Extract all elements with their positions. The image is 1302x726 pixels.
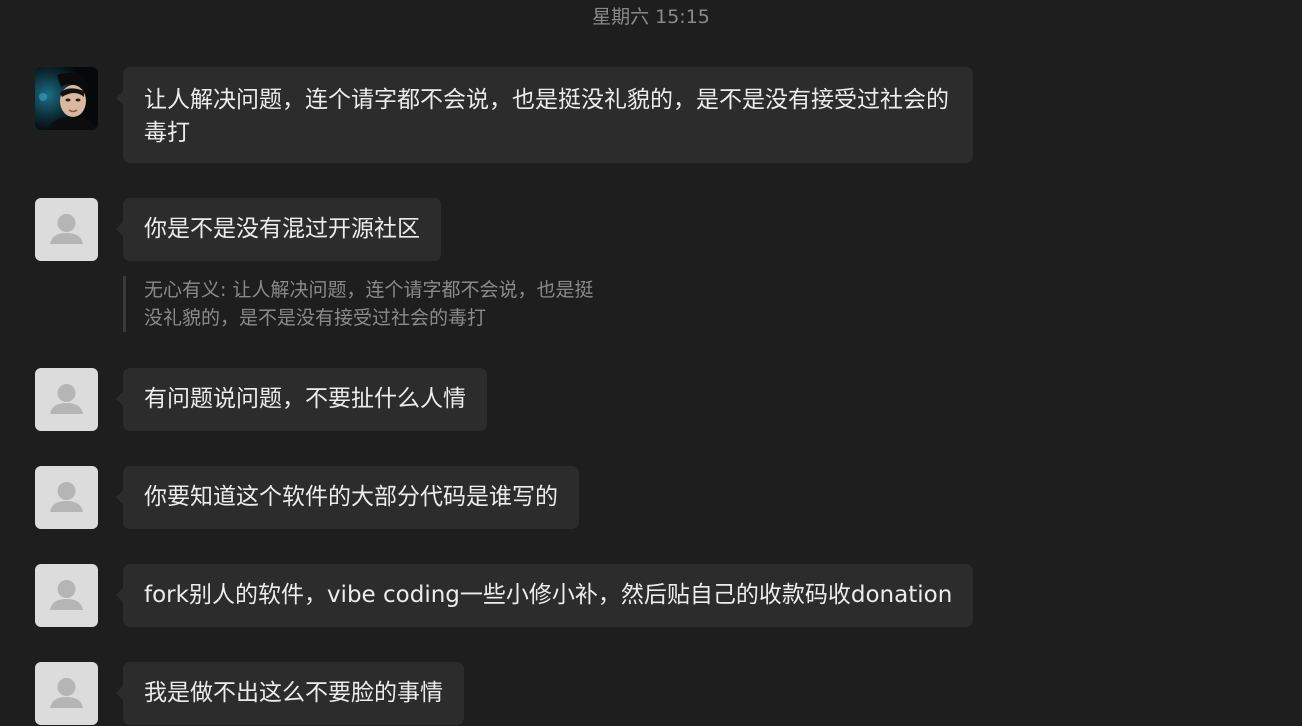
message-text: 你要知道这个软件的大部分代码是谁写的 — [144, 484, 558, 510]
default-avatar[interactable] — [35, 368, 98, 431]
user-avatar-photo[interactable] — [35, 67, 98, 130]
message-text: 你是不是没有混过开源社区 — [144, 216, 420, 242]
message-text: 让人解决问题，连个请字都不会说，也是挺没礼貌的，是不是没有接受过社会的毒打 — [144, 87, 949, 146]
message-text: 我是做不出这么不要脸的事情 — [144, 680, 443, 706]
message-bubble[interactable]: 有问题说问题，不要扯什么人情 — [116, 368, 487, 431]
person-icon — [50, 678, 83, 708]
chat-panel: 星期六 15:15 让人解决问题，连个请字都不会说，也是挺没礼貌的，是不是没有接… — [0, 0, 1302, 726]
portrait-image — [35, 67, 98, 130]
person-icon — [50, 384, 83, 414]
message-text: 有问题说问题，不要扯什么人情 — [144, 386, 466, 412]
person-icon — [50, 214, 83, 244]
message-bubble[interactable]: 让人解决问题，连个请字都不会说，也是挺没礼貌的，是不是没有接受过社会的毒打 — [116, 67, 973, 163]
quoted-reply[interactable]: 无心有义: 让人解决问题，连个请字都不会说，也是挺 没礼貌的，是不是没有接受过社… — [123, 276, 643, 332]
default-avatar[interactable] — [35, 466, 98, 529]
person-icon — [50, 580, 83, 610]
quoted-text-line: 没礼貌的，是不是没有接受过社会的毒打 — [144, 307, 487, 329]
message-bubble[interactable]: 我是做不出这么不要脸的事情 — [116, 662, 464, 725]
message-text: fork别人的软件，vibe coding一些小修小补，然后贴自己的收款码收do… — [144, 582, 953, 608]
default-avatar[interactable] — [35, 564, 98, 627]
message-bubble[interactable]: 你是不是没有混过开源社区 — [116, 198, 441, 261]
default-avatar[interactable] — [35, 198, 98, 261]
default-avatar[interactable] — [35, 662, 98, 725]
chat-timestamp: 星期六 15:15 — [592, 6, 710, 28]
person-icon — [50, 482, 83, 512]
message-bubble[interactable]: fork别人的软件，vibe coding一些小修小补，然后贴自己的收款码收do… — [115, 564, 974, 627]
quoted-text-line: 无心有义: 让人解决问题，连个请字都不会说，也是挺 — [144, 279, 594, 301]
message-bubble[interactable]: 你要知道这个软件的大部分代码是谁写的 — [116, 466, 579, 529]
